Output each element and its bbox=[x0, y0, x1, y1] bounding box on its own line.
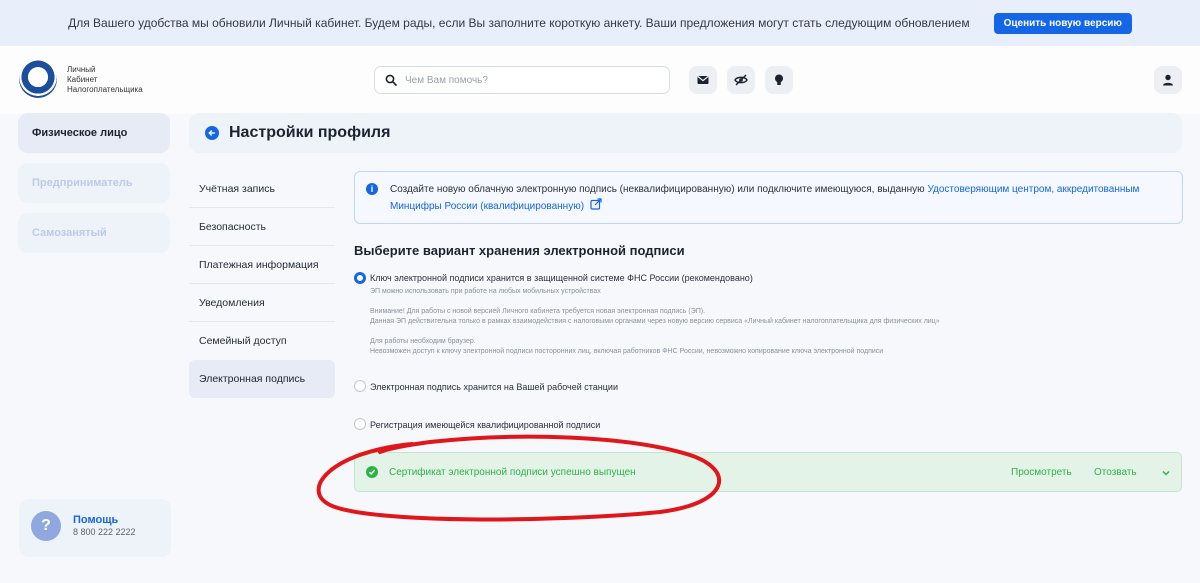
logo-line: Налогоплательщика bbox=[67, 85, 143, 94]
chevron-down-icon[interactable] bbox=[1160, 467, 1172, 479]
rate-new-version-button[interactable]: Оценить новую версию bbox=[993, 12, 1132, 34]
option-note: Невозможен доступ к ключу электронной по… bbox=[370, 348, 884, 355]
lightbulb-icon bbox=[775, 74, 783, 85]
radio-fns-storage[interactable] bbox=[354, 272, 366, 284]
sidebar-item-individual[interactable]: Физическое лицо bbox=[18, 113, 170, 153]
option-label-workstation: Электронная подпись хранится на Вашей ра… bbox=[370, 382, 618, 392]
menu-item-electronic-signature[interactable]: Электронная подпись bbox=[189, 360, 335, 398]
check-circle-icon bbox=[366, 466, 378, 478]
search-input[interactable] bbox=[405, 74, 655, 86]
banner-text: Для Вашего удобства мы обновили Личный к… bbox=[68, 16, 970, 30]
option-note: Внимание! Для работы с новой версией Лич… bbox=[370, 308, 706, 315]
back-arrow-icon[interactable] bbox=[205, 126, 219, 140]
info-icon: i bbox=[366, 183, 378, 195]
help-question-icon: ? bbox=[31, 511, 61, 541]
page-title: Настройки профиля bbox=[229, 124, 391, 141]
option-note: ЭП можно использовать при работе на любы… bbox=[370, 288, 601, 295]
view-certificate-link[interactable]: Просмотреть bbox=[1011, 467, 1072, 478]
messages-button[interactable] bbox=[689, 66, 717, 94]
settings-menu: Учётная запись Безопасность Платежная ин… bbox=[189, 170, 335, 398]
option-label-qualified: Регистрация имеющейся квалифицированной … bbox=[370, 420, 601, 430]
info-text: Создайте новую облачную электронную подп… bbox=[390, 182, 1175, 215]
profile-button[interactable] bbox=[1154, 66, 1182, 94]
help-title: Помощь bbox=[73, 514, 119, 526]
certificate-success-text: Сертификат электронной подписи успешно в… bbox=[389, 467, 636, 478]
sidebar-item-entrepreneur[interactable]: Предприниматель bbox=[18, 163, 170, 203]
help-card[interactable]: ? Помощь 8 800 222 2222 bbox=[19, 499, 171, 557]
eye-off-icon bbox=[734, 74, 748, 86]
menu-item-account[interactable]: Учётная запись bbox=[189, 170, 335, 208]
menu-item-security[interactable]: Безопасность bbox=[189, 208, 335, 246]
sidebar: Физическое лицо Предприниматель Самозаня… bbox=[18, 113, 170, 263]
search-box[interactable] bbox=[374, 66, 670, 94]
logo-text: Личный Кабинет Налогоплательщика bbox=[67, 65, 143, 95]
revoke-certificate-link[interactable]: Отозвать bbox=[1094, 467, 1137, 478]
logo-line: Кабинет bbox=[67, 75, 98, 84]
page-header: Настройки профиля bbox=[189, 113, 1182, 153]
user-icon bbox=[1163, 74, 1173, 86]
sidebar-item-self-employed[interactable]: Самозанятый bbox=[18, 213, 170, 253]
search-icon bbox=[385, 74, 397, 86]
hide-data-button[interactable] bbox=[727, 66, 755, 94]
update-banner: Для Вашего удобства мы обновили Личный к… bbox=[0, 0, 1200, 46]
help-phone: 8 800 222 2222 bbox=[73, 527, 136, 537]
mail-icon bbox=[697, 75, 709, 84]
logo-line: Личный bbox=[67, 65, 96, 74]
fns-logo[interactable] bbox=[19, 60, 57, 98]
menu-item-notifications[interactable]: Уведомления bbox=[189, 284, 335, 322]
option-note: Данная ЭП действительна только в рамках … bbox=[370, 318, 940, 325]
menu-item-family-access[interactable]: Семейный доступ bbox=[189, 322, 335, 360]
radio-workstation-storage[interactable] bbox=[354, 380, 366, 392]
certificate-success-banner: Сертификат электронной подписи успешно в… bbox=[354, 452, 1182, 492]
tips-button[interactable] bbox=[765, 66, 793, 94]
option-note: Для работы необходим браузер. bbox=[370, 338, 476, 345]
info-text-body: Создайте новую облачную электронную подп… bbox=[390, 184, 928, 195]
radio-qualified-signature[interactable] bbox=[354, 418, 366, 430]
info-notice: i Создайте новую облачную электронную по… bbox=[354, 171, 1183, 224]
menu-item-payment[interactable]: Платежная информация bbox=[189, 246, 335, 284]
storage-section-title: Выберите вариант хранения электронной по… bbox=[354, 243, 685, 258]
header: Личный Кабинет Налогоплательщика bbox=[0, 46, 1200, 114]
external-link-icon[interactable] bbox=[590, 198, 602, 210]
option-label-fns-storage: Ключ электронной подписи хранится в защи… bbox=[370, 273, 753, 283]
